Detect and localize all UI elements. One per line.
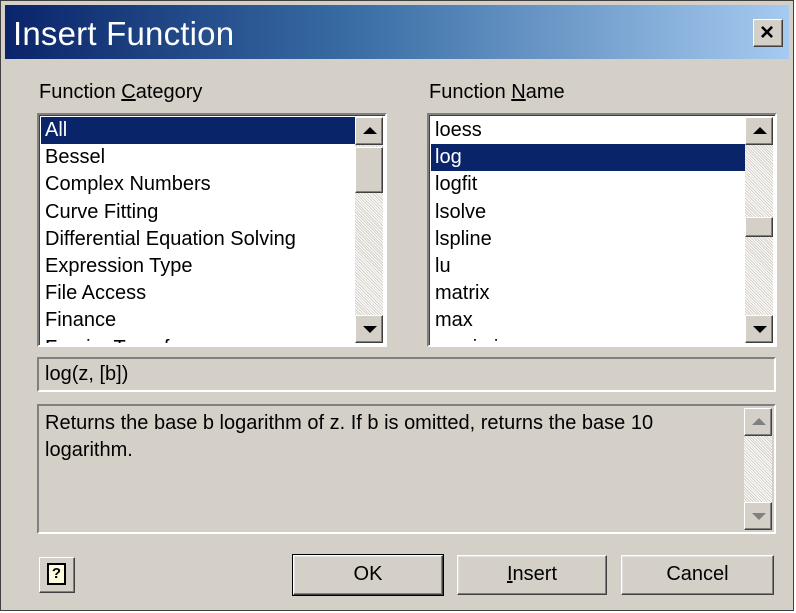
function-item-max[interactable]: max (431, 307, 745, 334)
function-item-maximize[interactable]: maximize (431, 335, 745, 344)
description-scrollbar[interactable] (744, 408, 772, 530)
category-item-all[interactable]: All (41, 117, 355, 145)
category-scrollbar[interactable] (355, 117, 383, 343)
function-description-box: Returns the base b logarithm of z. If b … (37, 404, 776, 534)
function-syntax-box: log(z, [b]) (37, 357, 776, 392)
category-item-curve-fitting[interactable]: Curve Fitting (41, 199, 355, 226)
function-item-lsolve[interactable]: lsolve (431, 199, 745, 226)
function-name-scrollbar[interactable] (745, 117, 773, 343)
category-scroll-up-button[interactable] (355, 117, 383, 145)
function-category-list[interactable]: All Bessel Complex Numbers Curve Fitting… (37, 113, 387, 347)
category-item-differential-equation-solving[interactable]: Differential Equation Solving (41, 226, 355, 253)
function-item-matrix[interactable]: matrix (431, 280, 745, 307)
category-item-bessel[interactable]: Bessel (41, 144, 355, 171)
function-item-lspline[interactable]: lspline (431, 226, 745, 253)
cancel-button[interactable]: Cancel (621, 555, 774, 595)
function-description: Returns the base b logarithm of z. If b … (45, 412, 654, 461)
function-item-logfit[interactable]: logfit (431, 171, 745, 198)
category-item-file-access[interactable]: File Access (41, 280, 355, 307)
close-icon: × (760, 19, 775, 46)
close-button[interactable]: × (753, 19, 783, 47)
ok-button[interactable]: OK (292, 554, 444, 596)
category-item-finance[interactable]: Finance (41, 307, 355, 334)
function-name-scroll-down-button[interactable] (745, 315, 773, 343)
function-name-scroll-thumb[interactable] (745, 217, 773, 237)
category-item-expression-type[interactable]: Expression Type (41, 253, 355, 280)
function-name-list[interactable]: loess log logfit lsolve lspline lu matri… (427, 113, 777, 347)
help-button[interactable]: ? (39, 557, 75, 593)
function-item-loess[interactable]: loess (431, 117, 745, 144)
category-scroll-thumb[interactable] (355, 147, 383, 193)
insert-function-dialog: Insert Function × Function Category Func… (0, 0, 794, 611)
function-name-label: Function Name (429, 81, 565, 103)
help-icon: ? (47, 563, 66, 585)
function-item-lu[interactable]: lu (431, 253, 745, 280)
function-category-label: Function Category (39, 81, 203, 103)
category-item-fourier-transform[interactable]: Fourier Transform (41, 335, 355, 344)
category-item-complex-numbers[interactable]: Complex Numbers (41, 171, 355, 198)
category-scroll-down-button[interactable] (355, 315, 383, 343)
window-title: Insert Function (13, 15, 235, 52)
function-syntax: log(z, [b]) (45, 363, 129, 385)
description-scroll-up-button[interactable] (744, 408, 772, 436)
description-scroll-down-button[interactable] (744, 502, 772, 530)
function-name-scroll-up-button[interactable] (745, 117, 773, 145)
insert-button[interactable]: Insert (457, 555, 607, 595)
title-bar[interactable]: Insert Function × (5, 5, 789, 59)
function-item-log[interactable]: log (431, 144, 745, 172)
